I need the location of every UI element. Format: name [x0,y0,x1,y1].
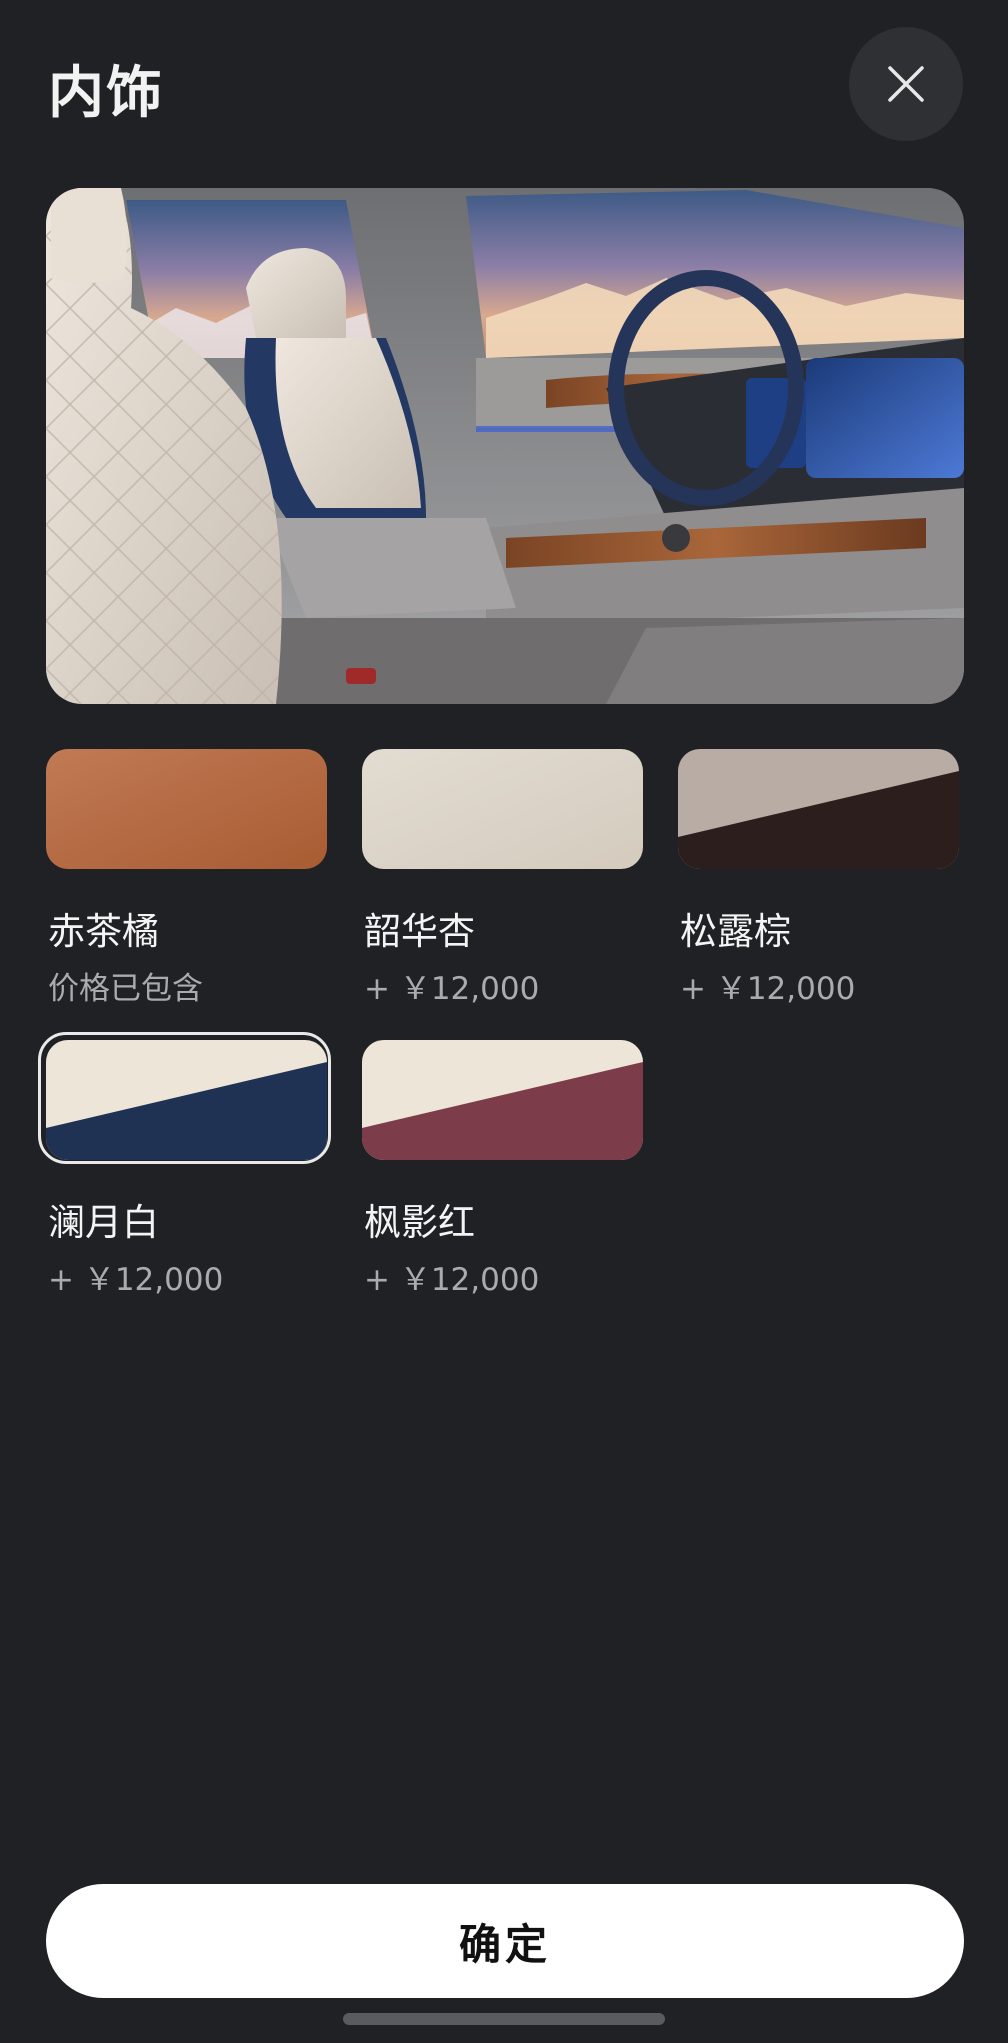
swatch-price: 价格已包含 [48,971,203,1007]
home-indicator[interactable] [343,2013,665,2025]
color-swatch [678,749,959,869]
close-icon [888,66,924,102]
interior-preview-image [46,188,964,704]
color-swatch [46,749,327,869]
color-swatch [362,749,643,869]
confirm-button[interactable]: 确定 [46,1884,964,1998]
color-swatch [362,1040,643,1160]
swatch-price: + ￥12,000 [680,971,856,1007]
swatch-price: + ￥12,000 [364,1262,540,1298]
swatch-name: 枫影红 [364,1201,475,1244]
swatch-name: 赤茶橘 [48,910,159,953]
swatch-price: + ￥12,000 [48,1262,224,1298]
page-title: 内饰 [48,61,164,126]
interior-sheet: 内饰 赤茶橘 价格已包含 韶华杏 + ￥12,000 松露棕 + ￥12,000… [0,0,1008,2043]
swatch-name: 松露棕 [680,910,791,953]
swatch-price: + ￥12,000 [364,971,540,1007]
swatch-name: 澜月白 [48,1201,159,1244]
color-swatch [46,1040,327,1160]
swatch-name: 韶华杏 [364,910,475,953]
close-button[interactable] [849,27,963,141]
